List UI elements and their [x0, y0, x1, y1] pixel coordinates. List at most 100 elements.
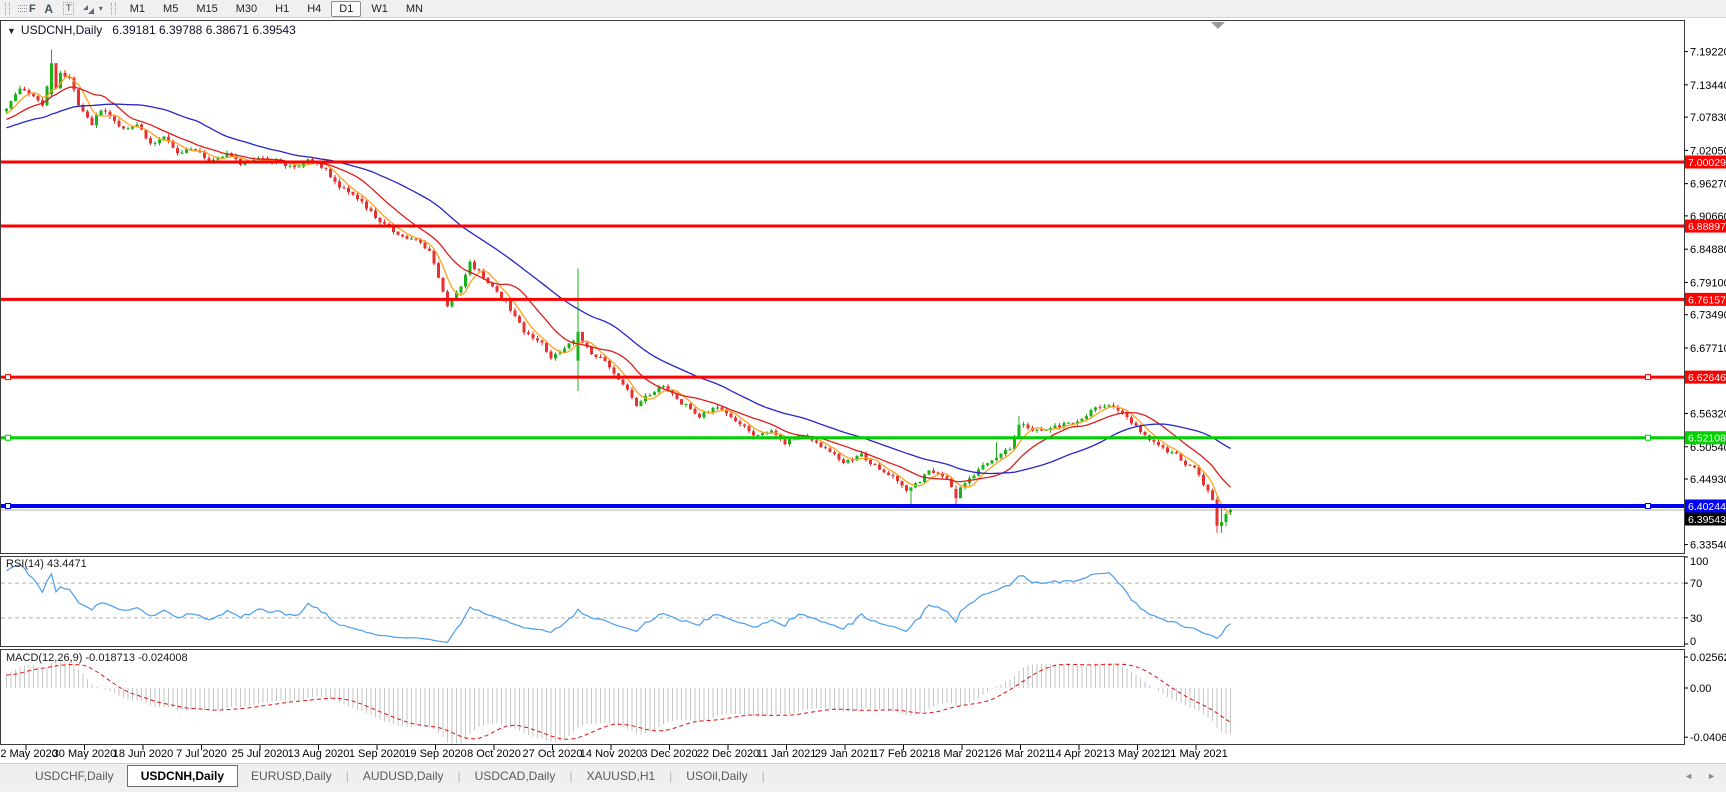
- tab-nav-left-icon[interactable]: ◄: [1684, 771, 1693, 781]
- text-tool-button[interactable]: T: [59, 1, 79, 17]
- tab-usdcnh-daily[interactable]: USDCNH,Daily: [127, 765, 238, 787]
- price-badge-6.88897-text: 6.88897: [1688, 221, 1726, 233]
- rsi-indicator-label: RSI(14) 43.4471: [6, 558, 87, 570]
- timeframe-button-h4[interactable]: H4: [299, 1, 329, 17]
- tab-eurusd-daily[interactable]: EURUSD,Daily: [238, 766, 345, 786]
- candle-body: [32, 94, 35, 96]
- candle-body: [703, 412, 706, 417]
- tab-usdcad-daily[interactable]: USDCAD,Daily: [462, 766, 569, 786]
- candle-body: [509, 301, 512, 311]
- candle-body: [752, 431, 755, 435]
- date-label: 8 Mar 2021: [934, 748, 990, 760]
- hline-handle[interactable]: [1646, 435, 1651, 440]
- tab-nav: ◄ ►: [1684, 771, 1716, 781]
- candle-body: [347, 188, 350, 192]
- candle-body: [1144, 432, 1147, 435]
- timeframe-button-mn[interactable]: MN: [398, 1, 431, 17]
- timeframe-button-m15[interactable]: M15: [188, 1, 225, 17]
- candle-body: [1162, 445, 1165, 447]
- tab-usdchf-daily[interactable]: USDCHF,Daily: [22, 766, 127, 786]
- price-badge-7.00029-text: 7.00029: [1688, 157, 1726, 169]
- candle-body: [325, 168, 328, 169]
- date-label: 14 Nov 2020: [580, 748, 642, 760]
- candle-body: [338, 181, 341, 187]
- candle-body: [896, 476, 899, 481]
- date-label: 12 May 2020: [0, 748, 58, 760]
- chart-title: ▼ USDCNH,Daily 6.39181 6.39788 6.38671 6.3…: [7, 23, 296, 37]
- timeframe-button-d1[interactable]: D1: [331, 1, 361, 17]
- candle-body: [860, 454, 863, 457]
- tab-audusd-daily[interactable]: AUDUSD,Daily: [350, 766, 457, 786]
- candle-body: [905, 485, 908, 490]
- candle-body: [442, 278, 445, 292]
- candle-body: [694, 409, 697, 414]
- candle-body: [892, 475, 895, 476]
- candle-body: [176, 148, 179, 153]
- timeframe-button-w1[interactable]: W1: [363, 1, 396, 17]
- candle-body: [784, 439, 787, 444]
- main-price-pane[interactable]: [1, 21, 1685, 554]
- candle-body: [847, 460, 850, 463]
- candle-body: [1036, 429, 1039, 430]
- candle-body: [815, 441, 818, 443]
- arrows-tool-button[interactable]: ▾: [79, 1, 106, 17]
- candle-body: [622, 380, 625, 385]
- date-label: 17 Feb 2021: [873, 748, 935, 760]
- chart-collapse-icon[interactable]: ▼: [7, 26, 16, 36]
- macd-name: MACD(12,26,9): [6, 652, 82, 664]
- candle-body: [14, 94, 17, 101]
- candle-body: [104, 111, 107, 112]
- candle-body: [833, 452, 836, 454]
- candle-body: [604, 357, 607, 361]
- candle-body: [829, 448, 832, 452]
- toolbar-grip[interactable]: [111, 3, 116, 15]
- tab-nav-right-icon[interactable]: ►: [1707, 771, 1716, 781]
- tab-xauusd-h1[interactable]: XAUUSD,H1: [573, 766, 668, 786]
- candle-body: [1189, 465, 1192, 466]
- hline-handle[interactable]: [1646, 375, 1651, 380]
- candle-body: [289, 165, 292, 166]
- candle-body: [689, 404, 692, 409]
- timeframe-button-m1[interactable]: M1: [122, 1, 153, 17]
- price-badge-6.40244-text: 6.40244: [1688, 501, 1726, 513]
- date-label: 7 Jul 2020: [176, 748, 227, 760]
- chart-ohlc-values: 6.39181 6.39788 6.38671 6.39543: [112, 23, 296, 37]
- rsi-pane[interactable]: [1, 557, 1685, 647]
- candle-body: [410, 239, 413, 240]
- candle-body: [424, 242, 427, 248]
- candle-body: [1054, 426, 1057, 428]
- annotation-tool-button[interactable]: A: [39, 1, 59, 17]
- timeframe-group: M1M5M15M30H1H4D1W1MN: [121, 1, 432, 17]
- timeframe-button-m5[interactable]: M5: [155, 1, 186, 17]
- candle-body: [698, 414, 701, 418]
- hline-handle[interactable]: [6, 375, 11, 380]
- candle-body: [869, 460, 872, 464]
- chart-canvas[interactable]: 7.192207.134407.078307.020506.962706.906…: [0, 0, 1726, 763]
- fibonacci-tool-button[interactable]: F: [15, 1, 39, 17]
- toolbar-grip[interactable]: [5, 3, 10, 15]
- candle-body: [883, 470, 886, 473]
- date-label: 25 Jul 2020: [232, 748, 289, 760]
- tab-usoil-daily[interactable]: USOil,Daily: [673, 766, 760, 786]
- candle-body: [95, 115, 98, 125]
- date-label: 22 Dec 2020: [697, 748, 759, 760]
- hline-handle[interactable]: [6, 435, 11, 440]
- candle-body: [653, 392, 656, 395]
- timeframe-button-h1[interactable]: H1: [267, 1, 297, 17]
- fibonacci-lines-icon: [18, 3, 27, 14]
- timeframe-button-m30[interactable]: M30: [228, 1, 265, 17]
- hline-handle[interactable]: [6, 504, 11, 509]
- macd-pane[interactable]: [1, 650, 1685, 745]
- candle-body: [181, 153, 184, 154]
- candle-body: [631, 390, 634, 398]
- candle-body: [406, 236, 409, 239]
- price-badge-6.62646-text: 6.62646: [1688, 372, 1726, 384]
- date-label: 18 Jun 2020: [113, 748, 174, 760]
- candle-body: [959, 487, 962, 498]
- candle-body: [1085, 416, 1088, 419]
- text-tool-icon: T: [63, 2, 75, 15]
- tab-separator: |: [761, 769, 766, 783]
- chart-symbol-label: USDCNH,Daily: [21, 23, 102, 37]
- hline-handle[interactable]: [1646, 504, 1651, 509]
- candle-body: [131, 127, 134, 129]
